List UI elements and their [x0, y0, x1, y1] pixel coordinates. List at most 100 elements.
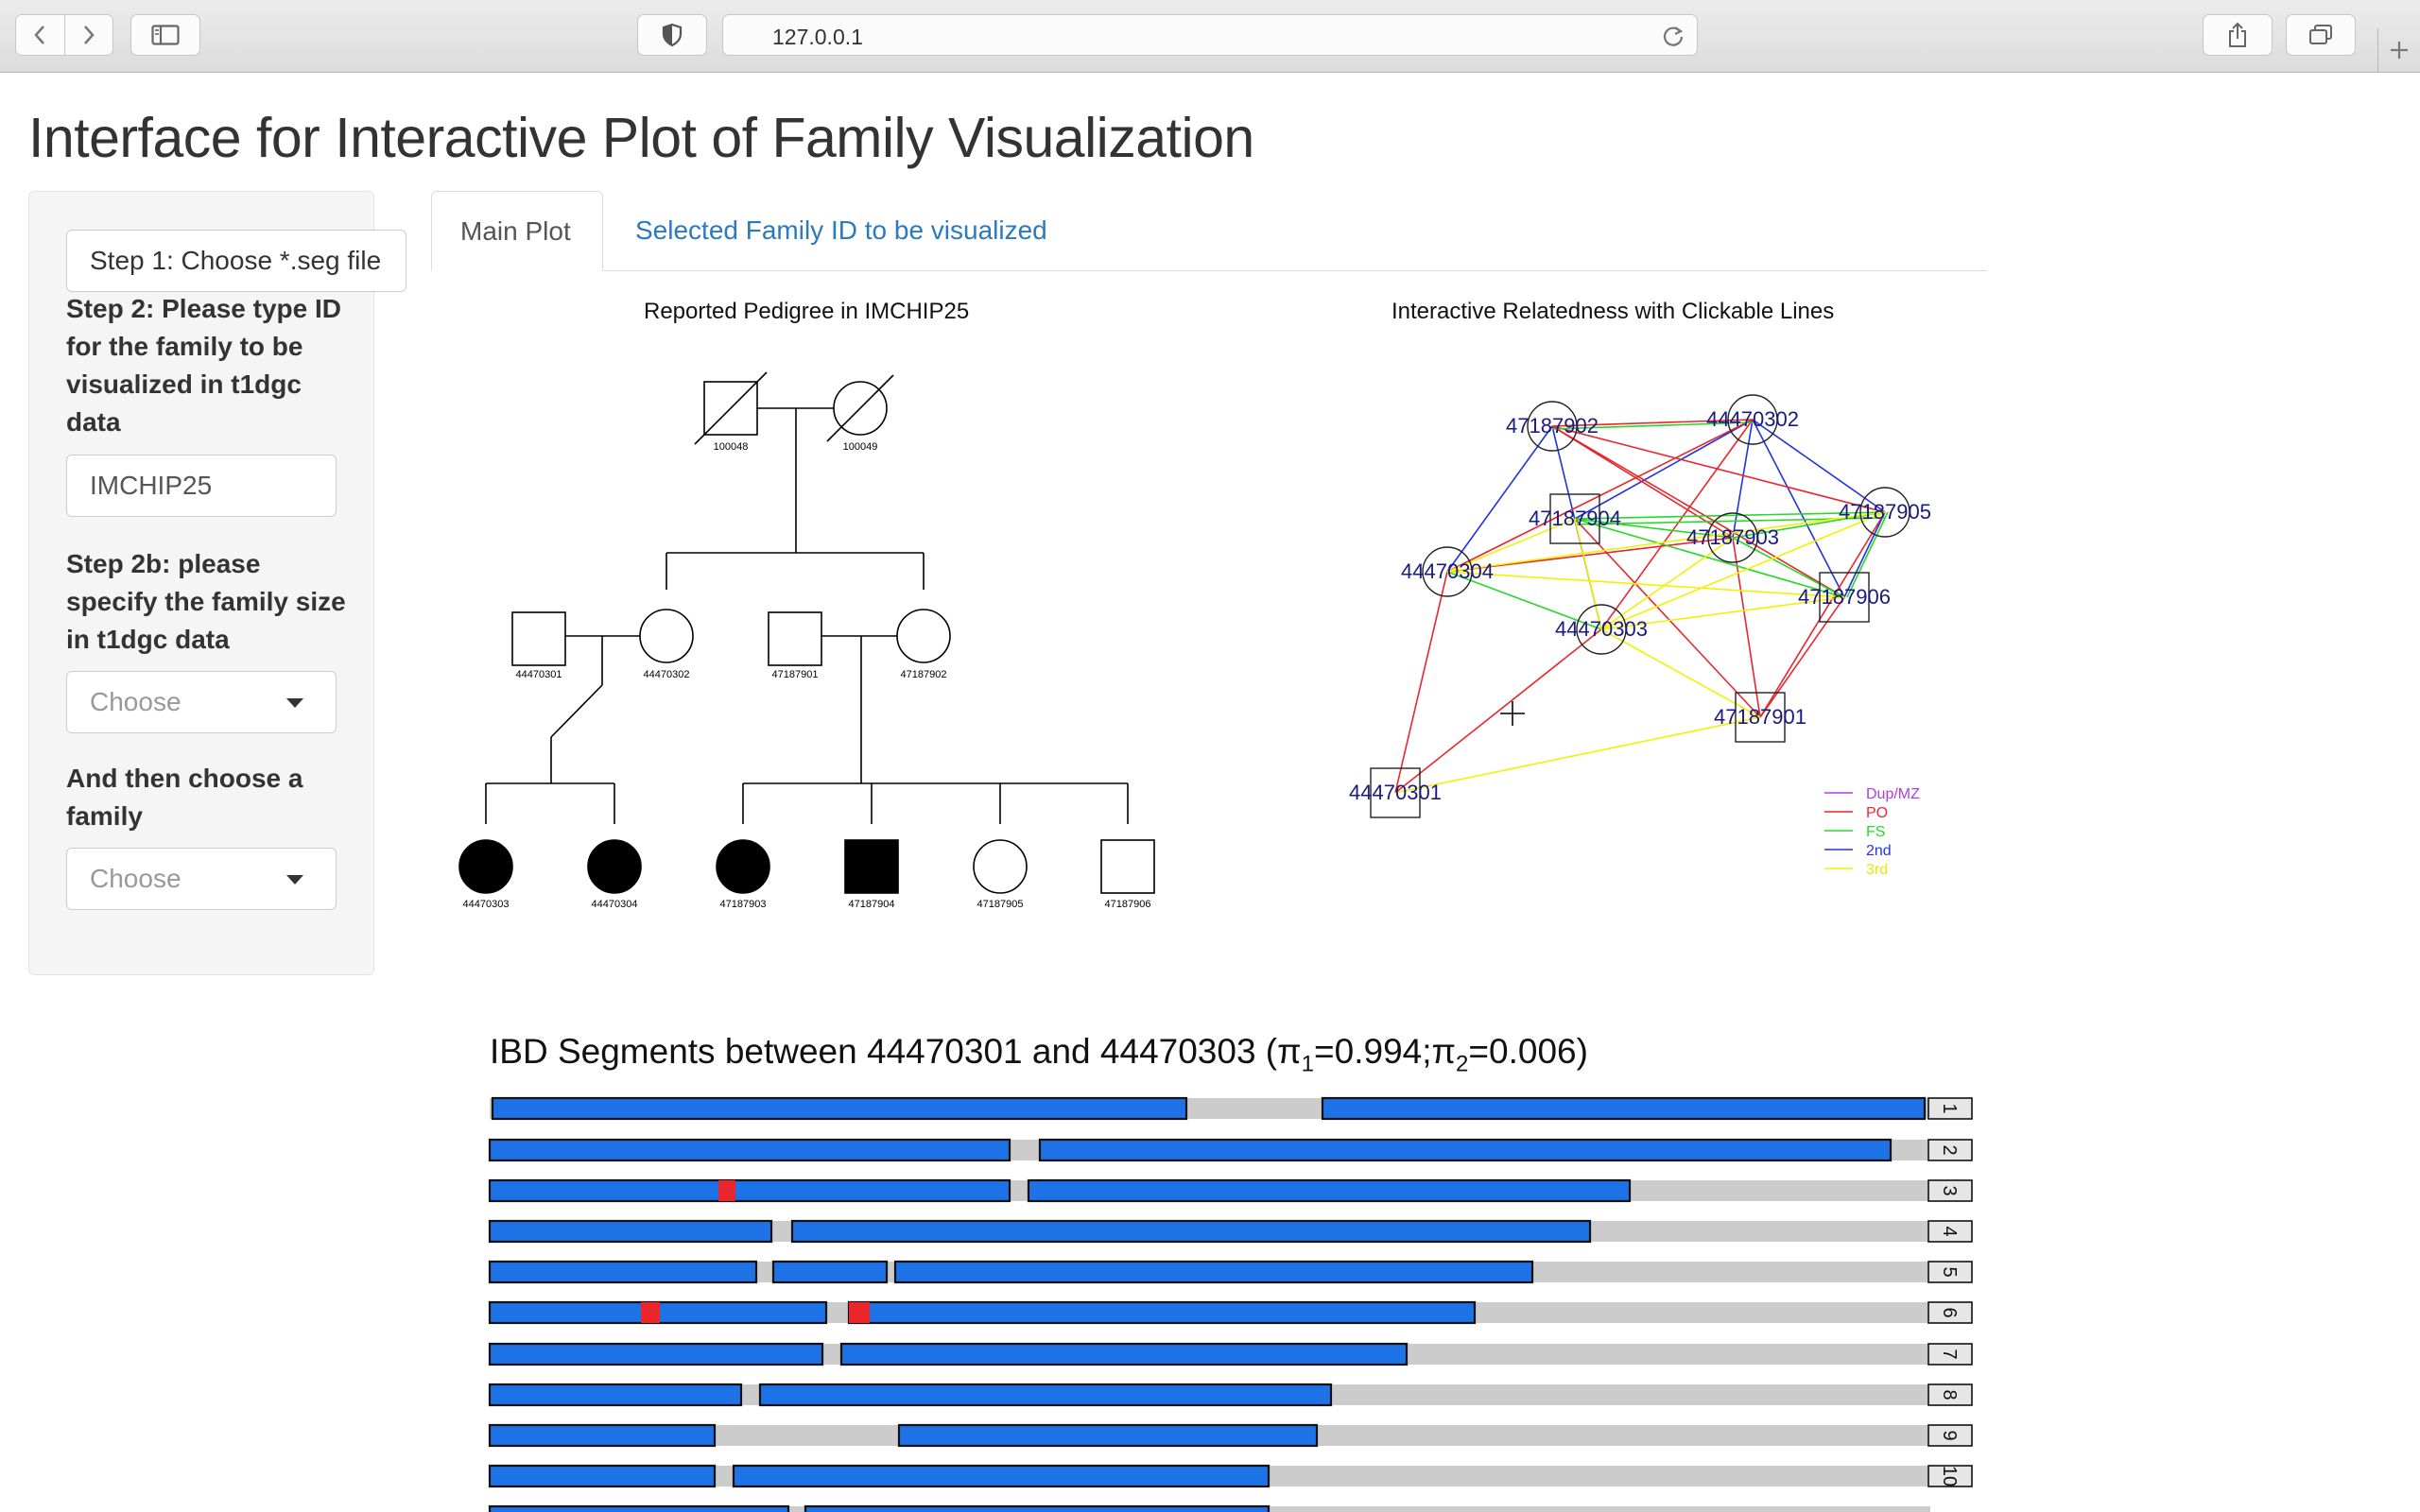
chromosome-label: 8	[1939, 1389, 1960, 1400]
network-node-label: 47187901	[1714, 705, 1806, 729]
pedigree-label-47187901: 47187901	[772, 669, 819, 680]
tab-selected-family[interactable]: Selected Family ID to be visualized	[607, 191, 1076, 270]
family-size-select[interactable]: Choose	[66, 671, 337, 733]
new-tab-button[interactable]	[2377, 28, 2420, 72]
pedigree-label-44470304: 44470304	[592, 899, 638, 910]
ibd1-segment[interactable]	[758, 1383, 1333, 1407]
step2-label: Step 2: Please type ID for the family to…	[66, 294, 342, 437]
ibd1-segment[interactable]	[771, 1260, 889, 1284]
network-node-label: 44470301	[1349, 781, 1442, 804]
ibd1-segment[interactable]	[488, 1464, 717, 1488]
address-bar[interactable]: 127.0.0.1	[722, 14, 1698, 56]
pedigree-label-100049: 100049	[843, 441, 878, 453]
share-button[interactable]	[2203, 14, 2273, 56]
ibd1-segment[interactable]	[897, 1423, 1319, 1448]
edge-3rd[interactable]	[1574, 518, 1602, 630]
family-select[interactable]: Choose	[66, 848, 337, 910]
family-choose-label: And then choose a family	[66, 764, 303, 831]
sidebar-panel: Step 1: Choose *.seg file Step 2: Please…	[28, 191, 406, 975]
family-select-value: Choose	[90, 864, 182, 893]
chromosome-label: 2	[1939, 1144, 1960, 1155]
ibd1-segment[interactable]	[488, 1383, 743, 1407]
ibd1-segment[interactable]	[893, 1260, 1534, 1284]
shield-icon	[662, 23, 683, 47]
edge-po[interactable]	[1394, 628, 1602, 794]
ibd-title: IBD Segments between 44470301 and 444703…	[490, 1032, 1588, 1077]
ibd1-segment[interactable]	[491, 1096, 1188, 1121]
pi2-subscript: 2	[1456, 1051, 1469, 1077]
forward-button[interactable]	[65, 15, 113, 55]
pedigree-label-47187905: 47187905	[977, 899, 1024, 910]
pedigree-affected-female-47187903	[716, 839, 770, 894]
legend-label-3rd: 3rd	[1866, 862, 1888, 878]
back-button[interactable]	[16, 15, 65, 55]
pedigree-affected-male-47187904	[844, 839, 899, 894]
ibd1-segment[interactable]	[488, 1423, 717, 1448]
legend-label-fs: FS	[1866, 824, 1885, 840]
choose-seg-file-button[interactable]: Step 1: Choose *.seg file	[66, 230, 406, 292]
ibd1-segment[interactable]	[488, 1342, 824, 1366]
pi1-subscript: 1	[1301, 1051, 1315, 1077]
chromosome-label: 6	[1939, 1307, 1960, 1317]
pedigree-plot: 100048 100049 44470301 44470302 47187901…	[458, 371, 1155, 910]
pedigree-male-47187901	[768, 611, 822, 666]
pedigree-label-44470303: 44470303	[463, 899, 510, 910]
ibd1-segment[interactable]	[1027, 1178, 1632, 1203]
ibd1-segment[interactable]	[488, 1504, 790, 1512]
edge-3rd[interactable]	[1394, 716, 1761, 794]
sidebar-icon	[151, 25, 180, 45]
network-node-label: 47187902	[1506, 414, 1599, 438]
ibd1-segment[interactable]	[732, 1464, 1270, 1488]
sidebar-toggle-button[interactable]	[130, 14, 200, 56]
pi1-value: =0.994;	[1314, 1032, 1432, 1071]
network-node-label: 47187906	[1798, 585, 1891, 609]
ibd1-segment[interactable]	[847, 1300, 1477, 1325]
network-title: Interactive Relatedness with Clickable L…	[1392, 299, 1835, 324]
ibd-segments-plot: 1 2 3 4 5 6 7 8 9 10	[488, 1096, 1973, 1512]
chromosome-label: 9	[1939, 1430, 1960, 1440]
network-node-label: 44470304	[1401, 559, 1494, 583]
family-size-select-value: Choose	[90, 687, 182, 716]
pedigree-affected-female-44470303	[458, 839, 513, 894]
edge-2nd[interactable]	[1574, 419, 1754, 520]
tab-overview-button[interactable]	[2286, 14, 2356, 56]
pedigree-label-47187906: 47187906	[1105, 899, 1151, 910]
chromosome-label: 1	[1939, 1103, 1960, 1113]
edge-3rd[interactable]	[1446, 511, 1886, 573]
pedigree-label-47187904: 47187904	[849, 899, 895, 910]
plus-icon	[2391, 42, 2408, 59]
ibd1-segment[interactable]	[804, 1504, 1270, 1512]
pedigree-affected-female-44470304	[587, 839, 642, 894]
ibd1-segment[interactable]	[488, 1138, 1011, 1162]
pedigree-male-47187906	[1100, 839, 1155, 894]
edge-po[interactable]	[1394, 571, 1448, 794]
ibd2-segment[interactable]	[641, 1302, 660, 1323]
pedigree-male-44470301	[511, 611, 566, 666]
pi2-symbol: π	[1431, 1032, 1457, 1071]
reload-icon[interactable]	[1661, 24, 1685, 48]
ibd1-segment[interactable]	[839, 1342, 1409, 1366]
chromosome-label: 7	[1939, 1349, 1960, 1359]
pedigree-label-100048: 100048	[714, 441, 749, 453]
ibd1-segment[interactable]	[1038, 1138, 1893, 1162]
caret-down-icon	[286, 698, 303, 708]
ibd2-segment[interactable]	[849, 1302, 870, 1323]
tab-bar: Main Plot Selected Family ID to be visua…	[431, 191, 1987, 271]
ibd1-segment[interactable]	[488, 1178, 1011, 1203]
page-title: Interface for Interactive Plot of Family…	[28, 107, 1254, 169]
ibd1-segment[interactable]	[488, 1260, 758, 1284]
pedigree-label-47187902: 47187902	[901, 669, 947, 680]
ibd1-segment[interactable]	[488, 1219, 773, 1244]
network-node-label: 44470303	[1555, 617, 1648, 641]
privacy-report-button[interactable]	[637, 14, 707, 56]
ibd1-segment[interactable]	[790, 1219, 1592, 1244]
tab-main-plot[interactable]: Main Plot	[431, 191, 603, 271]
ibd2-segment[interactable]	[718, 1180, 735, 1201]
ibd1-segment[interactable]	[1321, 1096, 1927, 1121]
edge-po[interactable]	[1759, 596, 1845, 718]
family-id-input[interactable]	[66, 455, 337, 517]
legend-label-2nd: 2nd	[1866, 843, 1892, 859]
pedigree-title: Reported Pedigree in IMCHIP25	[644, 299, 970, 324]
pedigree-female-44470302	[639, 609, 694, 663]
step2b-label: Step 2b: please specify the family size …	[66, 549, 346, 654]
